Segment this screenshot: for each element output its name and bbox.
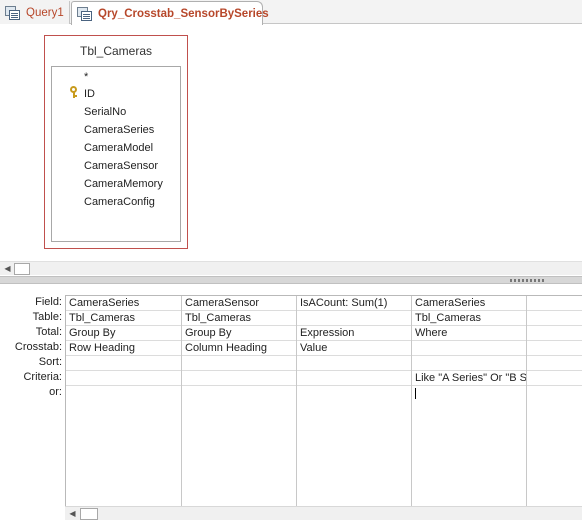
grid-cell-table[interactable]: Tbl_Cameras [412,311,526,326]
query-design-grid-pane: Field: Table: Total: Crosstab: Sort: Cri… [0,285,582,531]
grid-cell-field[interactable]: IsACount: Sum(1) [297,296,411,311]
scrollbar-thumb[interactable] [14,263,30,275]
grid-cell-field[interactable]: CameraSeries [412,296,526,311]
row-label-field: Field: [35,296,62,308]
grid-cell-or[interactable] [527,386,582,401]
grid-cell-field[interactable]: CameraSensor [182,296,296,311]
grid-column-3[interactable]: IsACount: Sum(1) Expression Value [297,296,412,514]
document-tab-strip: Query1 Qry_Crosstab_SensorBySeries [0,0,582,25]
grid-cell-or[interactable] [297,386,411,401]
grid-cell-field[interactable] [527,296,582,311]
grid-column-5[interactable] [527,296,582,514]
grid-cell-sort[interactable] [527,356,582,371]
scroll-left-arrow-icon[interactable]: ◀ [66,507,79,520]
field-list[interactable]: * ID SerialNo CameraSeries CameraModel C… [51,66,181,242]
grid-cell-or-active[interactable] [412,386,526,401]
field-list-item-camerasensor[interactable]: CameraSensor [84,158,158,174]
field-list-item-cameraseries[interactable]: CameraSeries [84,122,154,138]
grid-cell-criteria[interactable] [527,371,582,386]
grid-cell-or[interactable] [182,386,296,401]
tab-label: Query1 [26,6,64,19]
row-label-crosstab: Crosstab: [14,341,62,353]
tab-qry-crosstab-sensorbyseries[interactable]: Qry_Crosstab_SensorBySeries [71,1,269,25]
scrollbar-thumb[interactable] [80,508,98,520]
grid-column-4[interactable]: CameraSeries Tbl_Cameras Where Like "A S… [412,296,527,514]
grid-cell-sort[interactable] [182,356,296,371]
grid-cell-criteria[interactable]: Like "A Series" Or "B Se [412,371,526,386]
grid-cell-total[interactable]: Where [412,326,526,341]
grid-cell-table[interactable]: Tbl_Cameras [182,311,296,326]
grid-cell-crosstab[interactable]: Value [297,341,411,356]
grid-cell-table[interactable]: Tbl_Cameras [66,311,181,326]
grid-cell-crosstab[interactable]: Column Heading [182,341,296,356]
tab-label: Qry_Crosstab_SensorBySeries [98,7,269,20]
scroll-left-arrow-icon[interactable]: ◀ [1,262,14,275]
grid-column-1[interactable]: CameraSeries Tbl_Cameras Group By Row He… [66,296,182,514]
pane-splitter[interactable] [0,276,582,284]
field-list-item-all[interactable]: * [84,69,88,85]
grid-cell-field[interactable]: CameraSeries [66,296,181,311]
table-field-list-tbl-cameras[interactable]: Tbl_Cameras * ID SerialNo CameraSeries C… [44,35,188,249]
grid-cell-or[interactable] [66,386,181,401]
grid-horizontal-scrollbar[interactable]: ◀ [65,506,582,520]
grid-cell-sort[interactable] [297,356,411,371]
field-list-item-cameraconfig[interactable]: CameraConfig [84,194,155,210]
grid-cell-criteria[interactable] [297,371,411,386]
field-list-item-cameramodel[interactable]: CameraModel [84,140,153,156]
field-list-item-cameramemory[interactable]: CameraMemory [84,176,163,192]
key-icon [69,86,79,98]
grid-cell-crosstab[interactable] [412,341,526,356]
query-icon [77,6,93,21]
tab-query1[interactable]: Query1 [0,1,70,24]
grid-cell-table[interactable] [297,311,411,326]
grid-cell-sort[interactable] [66,356,181,371]
row-label-total: Total: [35,326,62,338]
grid-cell-total[interactable]: Group By [182,326,296,341]
grid-cell-total[interactable]: Group By [66,326,181,341]
row-label-sort: Sort: [38,356,62,368]
splitter-grip-icon[interactable] [510,279,546,282]
grid-cell-sort[interactable] [412,356,526,371]
query-icon [5,5,21,20]
query-design-table-pane[interactable]: Tbl_Cameras * ID SerialNo CameraSeries C… [0,25,582,261]
grid-column-2[interactable]: CameraSensor Tbl_Cameras Group By Column… [182,296,297,514]
grid-cell-table[interactable] [527,311,582,326]
grid-cell-criteria[interactable] [66,371,181,386]
grid-cell-total[interactable]: Expression [297,326,411,341]
table-pane-horizontal-scrollbar[interactable]: ◀ [0,261,582,275]
grid-row-labels: Field: Table: Total: Crosstab: Sort: Cri… [0,295,62,400]
row-label-criteria: Criteria: [23,371,62,383]
grid-cell-criteria[interactable] [182,371,296,386]
grid-cell-total[interactable] [527,326,582,341]
table-title[interactable]: Tbl_Cameras [45,44,187,58]
grid-cell-crosstab[interactable] [527,341,582,356]
query-design-grid: CameraSeries Tbl_Cameras Group By Row He… [65,295,582,514]
row-label-table: Table: [32,311,62,323]
grid-cell-crosstab[interactable]: Row Heading [66,341,181,356]
field-list-item-id[interactable]: ID [84,86,95,102]
field-list-item-serialno[interactable]: SerialNo [84,104,126,120]
text-cursor [415,387,416,399]
row-label-or: or: [49,386,62,398]
